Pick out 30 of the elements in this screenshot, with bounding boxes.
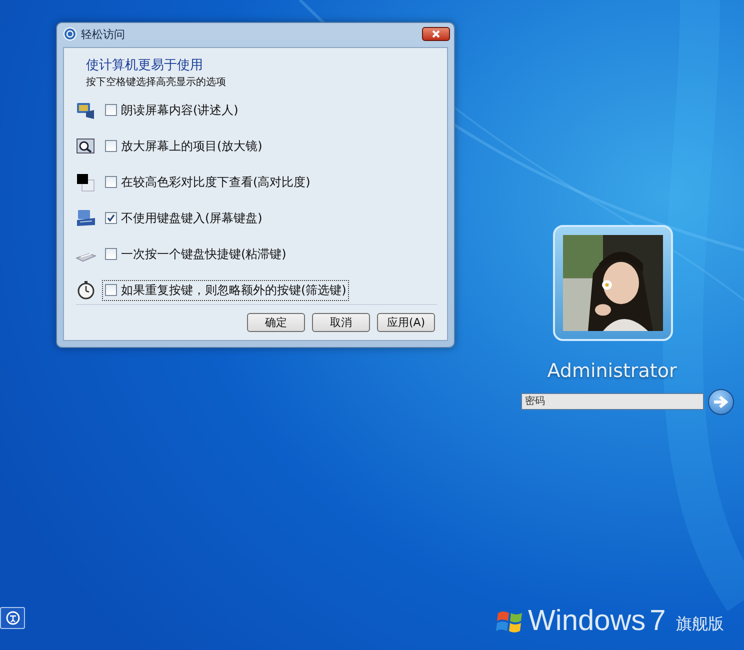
option-checkbox[interactable]: 朗读屏幕内容(讲述人)	[102, 100, 242, 120]
user-name: Administrator	[546, 360, 678, 382]
dialog-button[interactable]: 取消	[312, 313, 370, 332]
ease-of-access-button[interactable]	[0, 607, 25, 629]
accessibility-icon	[6, 611, 20, 625]
ease-of-access-icon	[63, 27, 77, 41]
edition-label: 旗舰版	[676, 614, 724, 635]
dialog-button[interactable]: 应用(A)	[377, 313, 435, 332]
option-checkbox[interactable]: 在较高色彩对比度下查看(高对比度)	[102, 172, 314, 192]
keyboard-icon	[76, 208, 96, 228]
option-checkbox[interactable]: 一次按一个键盘快捷键(粘滞键)	[102, 244, 290, 264]
close-icon	[432, 30, 440, 38]
instruction-text: 按下空格键选择高亮显示的选项	[86, 76, 227, 89]
arrow-right-icon	[713, 396, 729, 408]
product-name: Windows	[528, 607, 646, 636]
dialog-button[interactable]: 确定	[247, 313, 305, 332]
option-checkbox[interactable]: 不使用键盘键入(屏幕键盘)	[102, 208, 266, 228]
keys-icon	[76, 252, 96, 262]
password-field[interactable]: 密码	[521, 393, 704, 410]
stopwatch-icon	[76, 280, 96, 300]
contrast-icon	[76, 172, 96, 192]
close-button[interactable]	[422, 27, 450, 41]
dialog-heading: 使计算机更易于使用	[86, 57, 204, 74]
window-title: 轻松访问	[81, 26, 126, 42]
version-number: 7	[650, 607, 666, 636]
monitor-speaker-icon	[76, 100, 96, 120]
option-checkbox[interactable]: 放大屏幕上的项目(放大镜)	[102, 136, 266, 156]
option-checkbox[interactable]: 如果重复按键，则忽略额外的按键(筛选键)	[102, 280, 350, 300]
checkmark-icon	[107, 214, 115, 222]
magnifier-icon	[76, 136, 96, 156]
